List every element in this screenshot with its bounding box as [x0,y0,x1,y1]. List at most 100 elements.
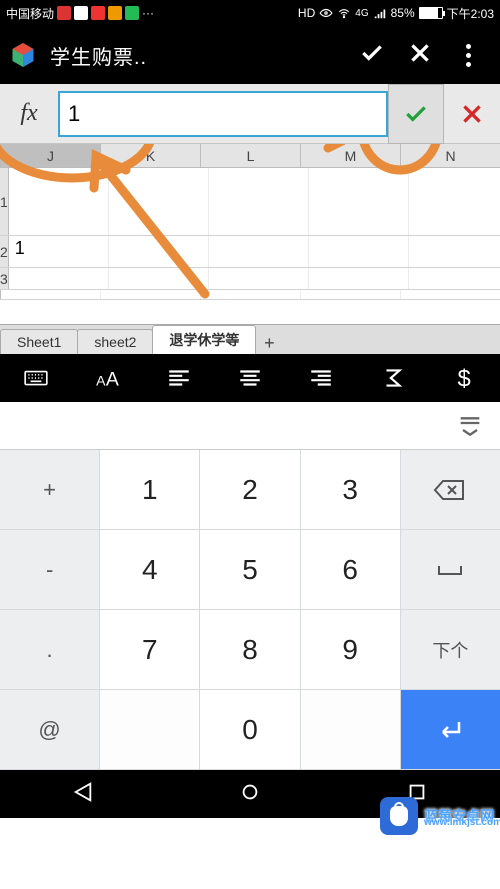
key-enter[interactable] [401,690,500,770]
signal-icon [373,6,387,20]
statusbar-more-icon: ··· [142,6,154,20]
key-at[interactable]: @ [0,690,100,770]
key-next[interactable]: 下个 [401,610,500,690]
formula-input-wrap[interactable] [58,91,388,137]
cell[interactable] [109,168,209,235]
row-header-1[interactable]: 1 [0,168,9,235]
cell[interactable] [109,268,209,289]
eye-icon [319,6,333,20]
key-plus[interactable]: + [0,450,100,530]
key-minus[interactable]: - [0,530,100,610]
statusbar-app-icon [74,6,88,20]
col-header-l[interactable]: L [201,144,301,167]
add-sheet-button[interactable]: + [255,333,283,354]
sheet-tab-1[interactable]: Sheet1 [0,329,78,354]
key-3[interactable]: 3 [301,450,401,530]
key-1[interactable]: 1 [100,450,200,530]
status-bar: 中国移动 ··· HD 4G 85% 下午2:03 [0,0,500,26]
wifi-icon [337,6,351,20]
sheet-tabs: Sheet1 sheet2 退学休学等 + [0,324,500,354]
key-9[interactable]: 9 [301,610,401,690]
hd-indicator: HD [298,6,315,20]
watermark: 蓝莓安卓网 www.lmkjst.com [380,797,494,835]
cell[interactable] [9,168,109,235]
sum-button[interactable] [368,365,418,391]
cell[interactable] [101,290,201,299]
watermark-url: www.lmkjst.com [424,817,500,828]
cell[interactable] [109,236,209,267]
watermark-icon [380,797,418,835]
formula-cancel-button[interactable] [444,84,500,144]
row-header-2[interactable]: 2 [0,236,9,267]
document-title: 学生购票.. [50,41,147,70]
align-center-button[interactable] [225,365,275,391]
accept-button[interactable] [348,40,396,71]
key-7[interactable]: 7 [100,610,200,690]
cell[interactable] [201,290,301,299]
cell[interactable] [1,290,101,299]
key-2[interactable]: 2 [200,450,300,530]
fx-button[interactable]: fx [0,100,58,127]
key-dot[interactable]: . [0,610,100,690]
cell[interactable] [401,290,500,299]
app-logo-icon[interactable] [8,40,38,70]
key-blank-left[interactable] [100,690,200,770]
cell[interactable] [309,168,409,235]
cell[interactable] [409,268,500,289]
cell[interactable] [9,268,109,289]
cell[interactable] [309,236,409,267]
statusbar-app-icon [108,6,122,20]
key-space[interactable] [401,530,500,610]
row-header-3[interactable]: 3 [0,268,9,289]
close-button[interactable] [396,40,444,71]
network-indicator: 4G [355,8,368,19]
nav-back-button[interactable] [72,781,94,808]
statusbar-app-icon [125,6,139,20]
align-right-button[interactable] [296,365,346,391]
numeric-keyboard: + 1 2 3 - 4 5 6 . 7 8 9 下个 @ 0 [0,450,500,770]
statusbar-app-icon [91,6,105,20]
key-6[interactable]: 6 [301,530,401,610]
align-left-button[interactable] [154,365,204,391]
app-bar: 学生购票.. [0,26,500,84]
svg-text:A: A [106,369,119,391]
format-toolbar: AA $ [0,354,500,402]
cell[interactable] [209,168,309,235]
battery-pct: 85% [391,6,415,20]
cell[interactable] [409,168,500,235]
spreadsheet-grid[interactable]: J K L M N 1 21 3 [0,144,500,324]
svg-text:$: $ [458,366,471,391]
key-blank-right[interactable] [301,690,401,770]
key-8[interactable]: 8 [200,610,300,690]
col-header-m[interactable]: M [301,144,401,167]
keyboard-collapse-bar [0,402,500,450]
clock: 下午2:03 [447,5,494,22]
key-5[interactable]: 5 [200,530,300,610]
cell[interactable] [309,268,409,289]
svg-text:A: A [96,373,106,389]
formula-input[interactable] [68,101,378,127]
font-style-button[interactable]: AA [82,365,132,391]
col-header-j[interactable]: J [1,144,101,167]
active-cell-j2[interactable]: 1 [9,236,109,267]
cell[interactable] [409,236,500,267]
key-backspace[interactable] [401,450,500,530]
nav-home-button[interactable] [239,781,261,808]
battery-icon [419,7,443,19]
key-4[interactable]: 4 [100,530,200,610]
currency-button[interactable]: $ [439,365,489,391]
keyboard-toggle-button[interactable] [11,365,61,391]
formula-bar: fx [0,84,500,144]
cell[interactable] [209,268,309,289]
col-header-n[interactable]: N [401,144,500,167]
formula-confirm-button[interactable] [388,84,444,144]
overflow-menu-button[interactable] [444,44,492,67]
key-0[interactable]: 0 [200,690,300,770]
sheet-tab-2[interactable]: sheet2 [77,329,153,354]
carrier-label: 中国移动 [6,5,54,22]
sheet-tab-3[interactable]: 退学休学等 [152,325,256,354]
collapse-keyboard-button[interactable] [456,409,484,442]
col-header-k[interactable]: K [101,144,201,167]
cell[interactable] [301,290,401,299]
cell[interactable] [209,236,309,267]
